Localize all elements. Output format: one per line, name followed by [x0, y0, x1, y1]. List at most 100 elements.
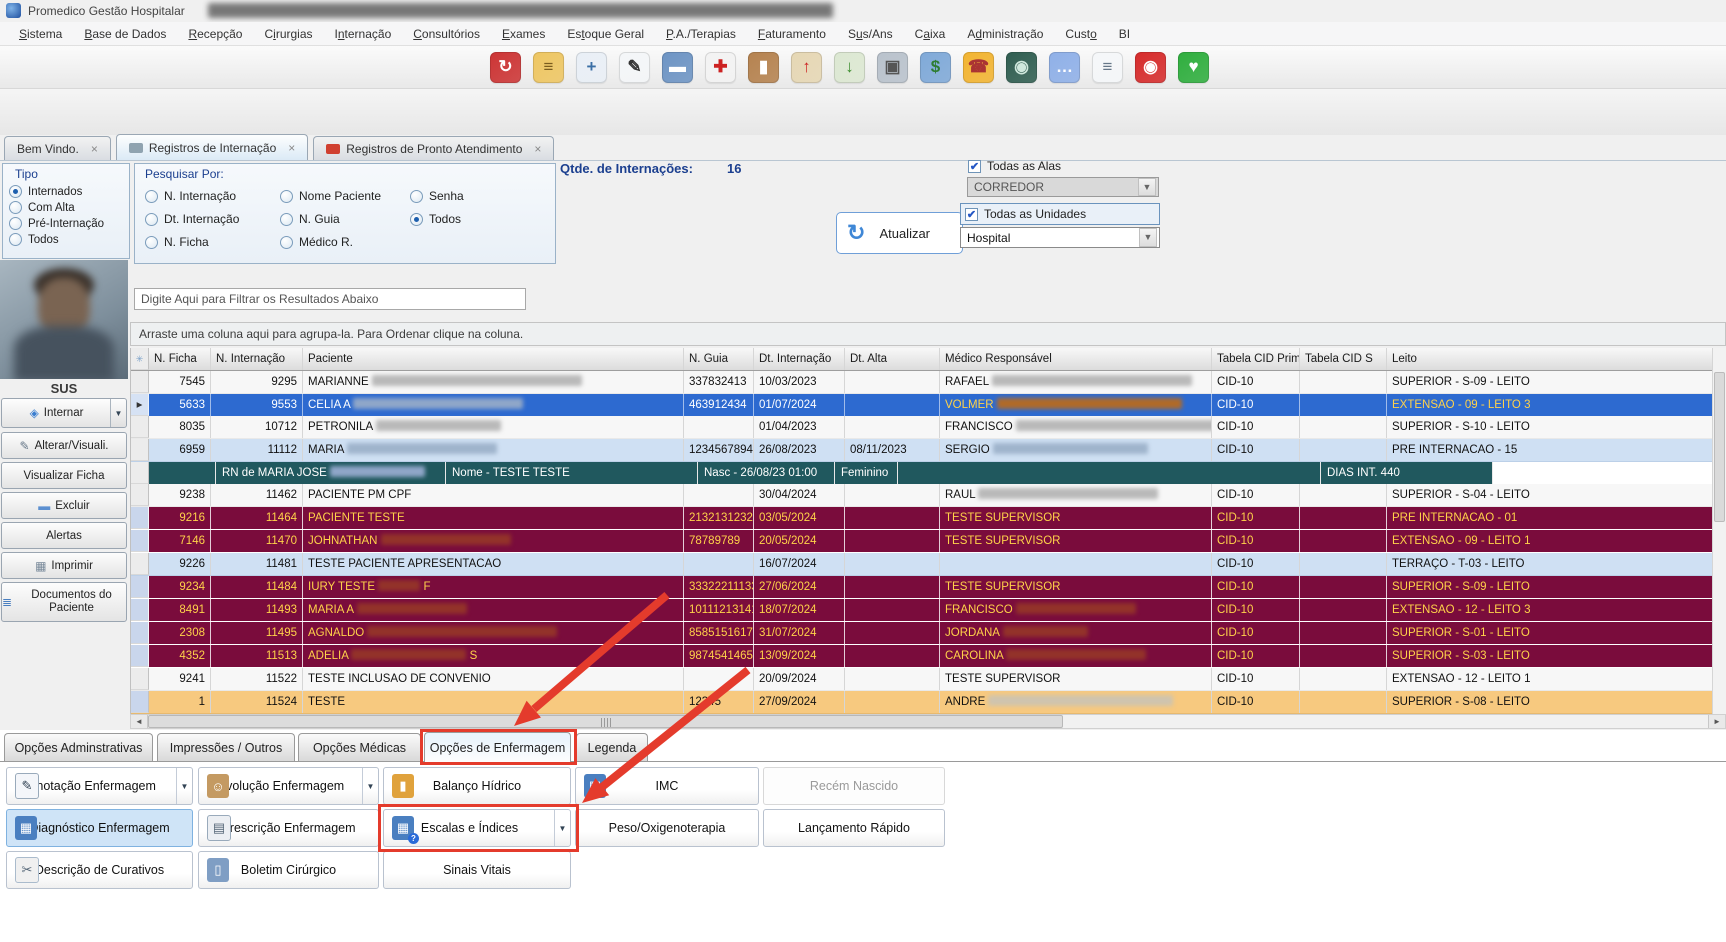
button-anotacao-enfermagem[interactable]: ✎ Anotação Enfermagem ▼: [6, 767, 193, 805]
close-icon[interactable]: ×: [534, 142, 541, 156]
patient-folder-icon[interactable]: ≡: [533, 51, 564, 83]
all-wards-checkbox[interactable]: ✔ Todas as Alas: [968, 159, 1061, 173]
table-row[interactable]: 2308 11495 AGNALDO 85851516171 31/07/2024 JO…: [131, 622, 1726, 645]
action-button-imprimir[interactable]: ▦ Imprimir: [1, 552, 127, 579]
menu-item-recepcao[interactable]: Recepção: [177, 24, 253, 44]
ward-combobox[interactable]: CORREDOR ▼: [967, 177, 1159, 197]
column-header-paciente[interactable]: Paciente: [303, 348, 684, 370]
scrollbar-thumb[interactable]: [148, 715, 1063, 728]
chevron-down-icon[interactable]: ▼: [1138, 178, 1156, 196]
scroll-right-icon[interactable]: ►: [1708, 715, 1725, 728]
button-prescricao-enfermagem[interactable]: ▤ Prescrição Enfermagem: [198, 809, 379, 847]
button-boletim-cirurgico[interactable]: ▯ Boletim Cirúrgico: [198, 851, 379, 889]
radio-pre-internacao[interactable]: Pré-Internação: [9, 217, 129, 230]
radio-internados[interactable]: Internados: [9, 185, 129, 198]
revenue-up-icon[interactable]: ↑: [791, 51, 822, 83]
table-row[interactable]: 7146 11470 JOHNATHAN 78789789 20/05/2024 TES…: [131, 530, 1726, 553]
menu-item-sistema[interactable]: Sistema: [8, 24, 73, 44]
menu-item-base-de-dados[interactable]: Base de Dados: [73, 24, 177, 44]
menu-item-faturamento[interactable]: Faturamento: [747, 24, 837, 44]
button-evolucao-enfermagem[interactable]: ☺ Evolução Enfermagem ▼: [198, 767, 379, 805]
finance-chart-icon[interactable]: $: [920, 51, 951, 83]
scroll-left-icon[interactable]: ◄: [131, 715, 148, 728]
menu-item-internacao[interactable]: Internação: [324, 24, 403, 44]
button-peso-oxigenoterapia[interactable]: Peso/Oxigenoterapia: [575, 809, 759, 847]
column-header-n-guia[interactable]: N. Guia: [684, 348, 754, 370]
bottom-tab-legenda[interactable]: Legenda: [576, 733, 648, 761]
chevron-down-icon[interactable]: ▼: [1139, 228, 1157, 247]
tab-bem-vindo[interactable]: Bem Vindo. ×: [4, 136, 111, 160]
bottom-tab-opcoes-adminstrativas[interactable]: Opções Adminstrativas: [4, 733, 153, 761]
menu-item-cirurgias[interactable]: Cirurgias: [253, 24, 323, 44]
group-by-bar[interactable]: Arraste uma coluna aqui para agrupa-la. …: [130, 322, 1726, 346]
action-button-visualizar-ficha[interactable]: Visualizar Ficha: [1, 462, 127, 489]
action-button-alertas[interactable]: Alertas: [1, 522, 127, 549]
table-row[interactable]: 8035 10712 PETRONILA 01/04/2023 FRANCISCO C…: [131, 416, 1726, 439]
button-diagnostico-enfermagem[interactable]: ▦ Diagnóstico Enfermagem: [6, 809, 193, 847]
menu-item-consultorios[interactable]: Consultórios: [402, 24, 491, 44]
column-header-dt-alta[interactable]: Dt. Alta: [845, 348, 940, 370]
dropdown-arrow-icon[interactable]: ▼: [110, 399, 126, 427]
dropdown-arrow-icon[interactable]: ▼: [176, 768, 192, 804]
table-row[interactable]: 6959 11112 MARIA 12345678945 26/08/2023 08/1…: [131, 439, 1726, 462]
menu-item-bi[interactable]: BI: [1108, 24, 1141, 44]
column-header-tabela-cid-s[interactable]: Tabela CID S: [1300, 348, 1387, 370]
bottom-tab-impressoes-outros[interactable]: Impressões / Outros: [157, 733, 295, 761]
safe-icon[interactable]: ▣: [877, 51, 908, 83]
radio-nome-paciente[interactable]: Nome Paciente: [280, 189, 410, 203]
radio-n-ficha[interactable]: N. Ficha: [145, 235, 280, 249]
action-button-internar[interactable]: ◈ Internar ▼: [1, 398, 127, 428]
table-row[interactable]: 9234 11484 IURY TESTE F 33322211133 27/06/20…: [131, 576, 1726, 599]
doctor-icon[interactable]: +: [576, 51, 607, 83]
vitals-book-icon[interactable]: ♥: [1178, 51, 1209, 83]
invoice-icon[interactable]: ≡: [1092, 51, 1123, 83]
table-row-newborn[interactable]: RN de MARIA JOSE Nome - TESTE TESTE Nasc…: [131, 462, 1726, 484]
table-row[interactable]: 9226 11481 TESTE PACIENTE APRESENTACAO 16/0…: [131, 553, 1726, 576]
action-button-documentos-do-paciente[interactable]: ≣ Documentos do Paciente: [1, 582, 127, 622]
button-sinais-vitais[interactable]: Sinais Vitais: [383, 851, 571, 889]
table-row[interactable]: 9238 11462 PACIENTE PM CPF 30/04/2024 RAUL C…: [131, 484, 1726, 507]
bottom-tab-opcoes-medicas[interactable]: Opções Médicas: [298, 733, 421, 761]
table-row[interactable]: 7545 9295 MARIANNE 337832413 10/03/2023 RAFA…: [131, 371, 1726, 394]
button-lancamento-rapido[interactable]: Lançamento Rápido: [763, 809, 945, 847]
column-header-dt-internacao[interactable]: Dt. Internação: [754, 348, 845, 370]
table-row[interactable]: 9216 11464 PACIENTE TESTE 21321312321 03/05/…: [131, 507, 1726, 530]
filter-input[interactable]: Digite Aqui para Filtrar os Resultados A…: [134, 288, 526, 310]
radio-todos[interactable]: Todos: [9, 233, 129, 246]
close-icon[interactable]: ×: [91, 142, 98, 156]
radio-dt-internacao[interactable]: Dt. Internação: [145, 212, 280, 226]
radio-senha[interactable]: Senha: [410, 189, 530, 203]
menu-item-caixa[interactable]: Caixa: [904, 24, 957, 44]
scrollbar-thumb[interactable]: [1714, 372, 1725, 522]
chat-icon[interactable]: …: [1049, 51, 1080, 83]
table-row[interactable]: ▸ 5633 9553 CELIA A 463912434 01/07/2024 VOLM…: [131, 394, 1726, 416]
unit-combobox[interactable]: Hospital ▼: [960, 227, 1160, 248]
horizontal-scrollbar[interactable]: ◄ ►: [130, 714, 1726, 729]
column-header-n-internacao[interactable]: N. Internação: [211, 348, 303, 370]
ambulance-icon[interactable]: ✚: [705, 51, 736, 83]
column-header-medico-responsavel[interactable]: Médico Responsável: [940, 348, 1212, 370]
button-imc[interactable]: ▦ IMC: [575, 767, 759, 805]
menu-item-custo[interactable]: Custo: [1054, 24, 1107, 44]
hospital-bed-icon[interactable]: ▬: [662, 51, 693, 83]
menu-item-exames[interactable]: Exames: [491, 24, 556, 44]
pharmacy-icon[interactable]: ▮: [748, 51, 779, 83]
phone-book-icon[interactable]: ☎: [963, 51, 994, 83]
all-units-checkbox[interactable]: ✔ Todas as Unidades: [960, 203, 1160, 225]
manual-book-icon[interactable]: ◉: [1006, 51, 1037, 83]
tab-registros-de-internacao[interactable]: Registros de Internação ×: [115, 134, 309, 160]
dropdown-arrow-icon[interactable]: ▼: [362, 768, 378, 804]
radio-todos[interactable]: Todos: [410, 212, 530, 226]
sync-patients-icon[interactable]: ↻: [490, 51, 521, 83]
action-button-alterar-visuali[interactable]: ✎ Alterar/Visuali.: [1, 432, 127, 459]
radio-medico-r[interactable]: Médico R.: [280, 235, 410, 249]
tab-registros-de-pronto-atendimento[interactable]: Registros de Pronto Atendimento ×: [313, 136, 555, 160]
close-icon[interactable]: ×: [288, 141, 295, 155]
menu-item-p-a-terapias[interactable]: P.A./Terapias: [655, 24, 747, 44]
button-balanco-hidrico[interactable]: ▮ Balanço Hídrico: [383, 767, 571, 805]
action-button-excluir[interactable]: ▬ Excluir: [1, 492, 127, 519]
menu-item-administracao[interactable]: Administração: [956, 24, 1054, 44]
radio-com-alta[interactable]: Com Alta: [9, 201, 129, 214]
table-row[interactable]: 4352 11513 ADELIA S 98745414658 13/09/2024 CA…: [131, 645, 1726, 668]
radio-n-internacao[interactable]: N. Internação: [145, 189, 280, 203]
